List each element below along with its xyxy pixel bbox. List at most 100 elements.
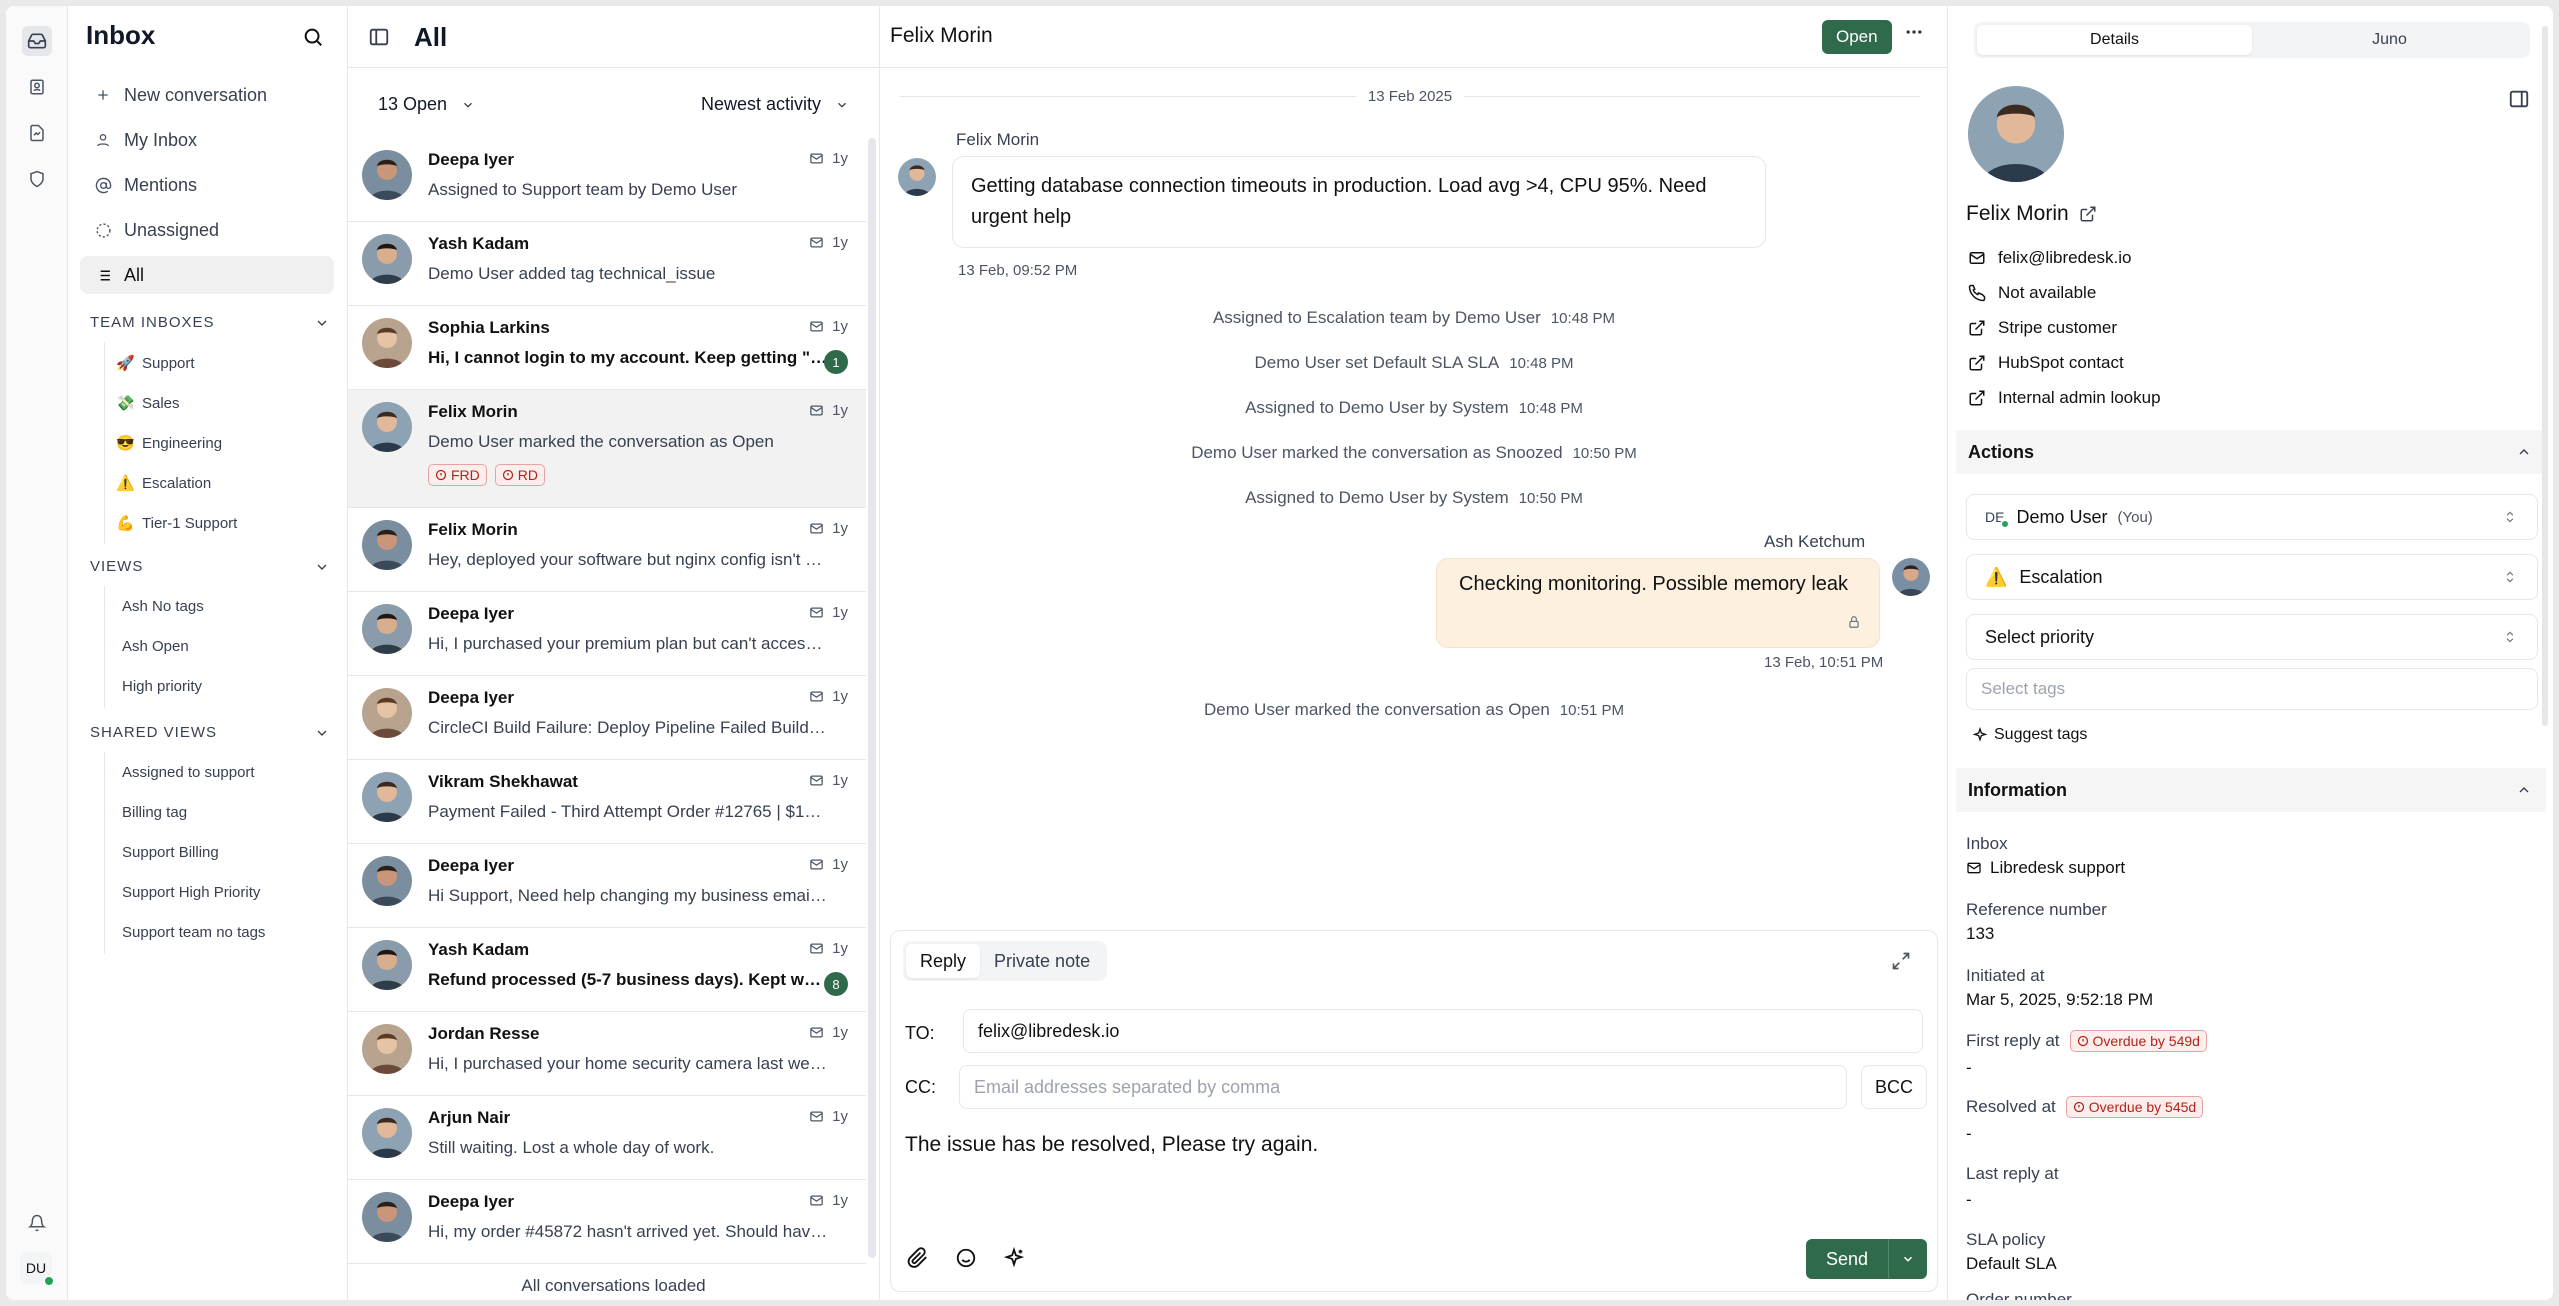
tab-juno[interactable]: Juno — [2252, 25, 2527, 55]
details-tabs: Details Juno — [1974, 22, 2530, 58]
shared-view-item[interactable]: Support High Priority — [122, 884, 260, 901]
conversation-row[interactable]: Deepa Iyer 1y Hi, I purchased your premium… — [348, 592, 866, 676]
shield-icon[interactable] — [22, 164, 52, 194]
assignee-name: Demo User — [2016, 506, 2108, 527]
bcc-button[interactable]: BCC — [1861, 1065, 1927, 1109]
more-options-icon[interactable] — [1904, 22, 1924, 48]
mail-icon — [810, 607, 823, 618]
mail-icon — [1967, 862, 1981, 874]
actions-section-header[interactable]: Actions — [1956, 430, 2546, 474]
tab-details[interactable]: Details — [1977, 25, 2252, 55]
team-inbox-escalation[interactable]: ⚠️ Escalation — [116, 474, 211, 493]
view-item[interactable]: Ash No tags — [122, 598, 204, 615]
external-link-icon[interactable] — [2079, 205, 2097, 223]
information-section-header[interactable]: Information — [1956, 768, 2546, 812]
team-inbox-sales[interactable]: 💸 Sales — [116, 394, 180, 413]
new-conversation-button[interactable]: New conversation — [80, 76, 334, 114]
user-avatar[interactable]: DU — [20, 1252, 55, 1287]
sort-dropdown[interactable]: Newest activity — [701, 94, 849, 115]
reports-icon[interactable] — [22, 118, 52, 148]
mail-icon — [810, 1111, 823, 1122]
nav-item-mentions[interactable]: Mentions — [80, 166, 334, 204]
conversation-row[interactable]: Felix Morin 1y Demo User marked the conver… — [348, 390, 866, 508]
conversation-row[interactable]: Yash Kadam 1y Refund processed (5-7 busine… — [348, 928, 866, 1012]
team-inbox-engineering[interactable]: 😎 Engineering — [116, 434, 222, 453]
status-filter-dropdown[interactable]: 13 Open — [378, 94, 475, 115]
contacts-icon[interactable] — [22, 72, 52, 102]
reply-body[interactable]: The issue has be resolved, Please try ag… — [905, 1133, 1318, 1157]
inbox-icon[interactable] — [22, 26, 52, 56]
conversation-row[interactable]: Felix Morin 1y Hey, deployed your software… — [348, 508, 866, 592]
send-options-chevron-icon[interactable] — [1889, 1239, 1927, 1279]
bell-icon[interactable] — [22, 1208, 52, 1238]
conversation-row[interactable]: Deepa Iyer 1y Hi, my order #45872 hasn't a… — [348, 1180, 866, 1264]
team-inbox-support[interactable]: 🚀 Support — [116, 354, 195, 373]
conversation-row[interactable]: Jordan Resse 1y Hi, I purchased your home … — [348, 1012, 866, 1096]
mail-icon — [810, 943, 823, 954]
stripe-customer-link[interactable]: Stripe customer — [1968, 318, 2117, 338]
status-button[interactable]: Open — [1822, 20, 1892, 54]
team-inboxes-section[interactable]: TEAM INBOXES — [90, 314, 330, 331]
shared-views-section[interactable]: SHARED VIEWS — [90, 724, 330, 741]
date-separator: 13 Feb 2025 — [900, 88, 1920, 105]
internal-admin-lookup-link[interactable]: Internal admin lookup — [1968, 388, 2161, 408]
chevron-up-icon — [2519, 449, 2529, 455]
chevron-down-icon — [838, 102, 846, 108]
unread-count-badge: 8 — [824, 972, 848, 996]
assignee-select[interactable]: DE Demo User (You) — [1966, 494, 2538, 540]
conversation-panel: Felix Morin Open 13 Feb 2025 Felix Morin… — [880, 6, 1948, 1300]
hubspot-contact-link[interactable]: HubSpot contact — [1968, 353, 2124, 373]
search-icon[interactable] — [302, 26, 324, 53]
conversation-row[interactable]: Arjun Nair 1y Still waiting. Lost a whole … — [348, 1096, 866, 1180]
avatar-image — [362, 520, 412, 570]
external-link-icon — [1969, 320, 1985, 336]
views-section[interactable]: VIEWS — [90, 558, 330, 575]
details-scrollbar[interactable] — [2542, 26, 2548, 726]
initiated-at-label: Initiated at — [1966, 966, 2045, 985]
sla-tag: RD — [494, 464, 546, 486]
at-icon — [92, 177, 114, 194]
conversation-row[interactable]: Deepa Iyer 1y Assigned to Support team by … — [348, 138, 866, 222]
priority-select[interactable]: Select priority — [1966, 614, 2538, 660]
conversation-row[interactable]: Deepa Iyer 1y Hi Support, Need help changi… — [348, 844, 866, 928]
contact-avatar — [1968, 86, 2064, 182]
sla-policy-label: SLA policy — [1966, 1230, 2046, 1249]
shared-view-item[interactable]: Support Billing — [122, 844, 219, 861]
avatar-image — [362, 234, 412, 284]
conversation-row[interactable]: Sophia Larkins 1y Hi, I cannot login to my… — [348, 306, 866, 390]
contact-name[interactable]: Felix Morin — [1966, 202, 2097, 226]
conversation-row[interactable]: Vikram Shekhawat 1y Payment Failed - Third… — [348, 760, 866, 844]
nav-item-all[interactable]: All — [80, 256, 334, 294]
conversation-row[interactable]: Yash Kadam 1y Demo User added tag technica… — [348, 222, 866, 306]
composer-toolbar — [907, 1246, 1025, 1274]
view-item[interactable]: High priority — [122, 678, 202, 695]
view-item[interactable]: Ash Open — [122, 638, 189, 655]
resolved-at-value: - — [1966, 1124, 1972, 1143]
conversation-row[interactable]: Deepa Iyer 1y CircleCI Build Failure: Depl… — [348, 676, 866, 760]
tree-line — [104, 752, 105, 954]
list-scrollbar[interactable] — [868, 138, 876, 1258]
sidebar-toggle-icon[interactable] — [368, 26, 390, 53]
conversation-meta: 1y — [809, 402, 848, 419]
expand-icon[interactable] — [1891, 951, 1911, 976]
team-select[interactable]: ⚠️ Escalation — [1966, 554, 2538, 600]
contact-avatar — [898, 158, 936, 196]
nav-item-my-inbox[interactable]: My Inbox — [80, 121, 334, 159]
shared-view-item[interactable]: Billing tag — [122, 804, 187, 821]
send-button[interactable]: Send — [1805, 1239, 1889, 1279]
to-field[interactable]: felix@libredesk.io — [963, 1009, 1923, 1053]
sparkles-icon[interactable] — [1003, 1246, 1025, 1274]
emoji-icon[interactable] — [955, 1247, 977, 1274]
panel-toggle-icon[interactable] — [2508, 88, 2530, 115]
shared-view-item[interactable]: Support team no tags — [122, 924, 265, 941]
shared-view-item[interactable]: Assigned to support — [122, 764, 255, 781]
tags-input[interactable]: Select tags — [1966, 668, 2538, 710]
nav-item-unassigned[interactable]: Unassigned — [80, 211, 334, 249]
suggest-tags-button[interactable]: Suggest tags — [1972, 726, 2087, 744]
team-inbox-tier1-support[interactable]: 💪 Tier-1 Support — [116, 514, 237, 533]
tab-private-note[interactable]: Private note — [980, 944, 1104, 978]
tab-reply[interactable]: Reply — [906, 944, 981, 978]
chevron-down-icon — [317, 564, 327, 570]
cc-field[interactable]: Email addresses separated by comma — [959, 1065, 1847, 1109]
paperclip-icon[interactable] — [907, 1247, 929, 1274]
